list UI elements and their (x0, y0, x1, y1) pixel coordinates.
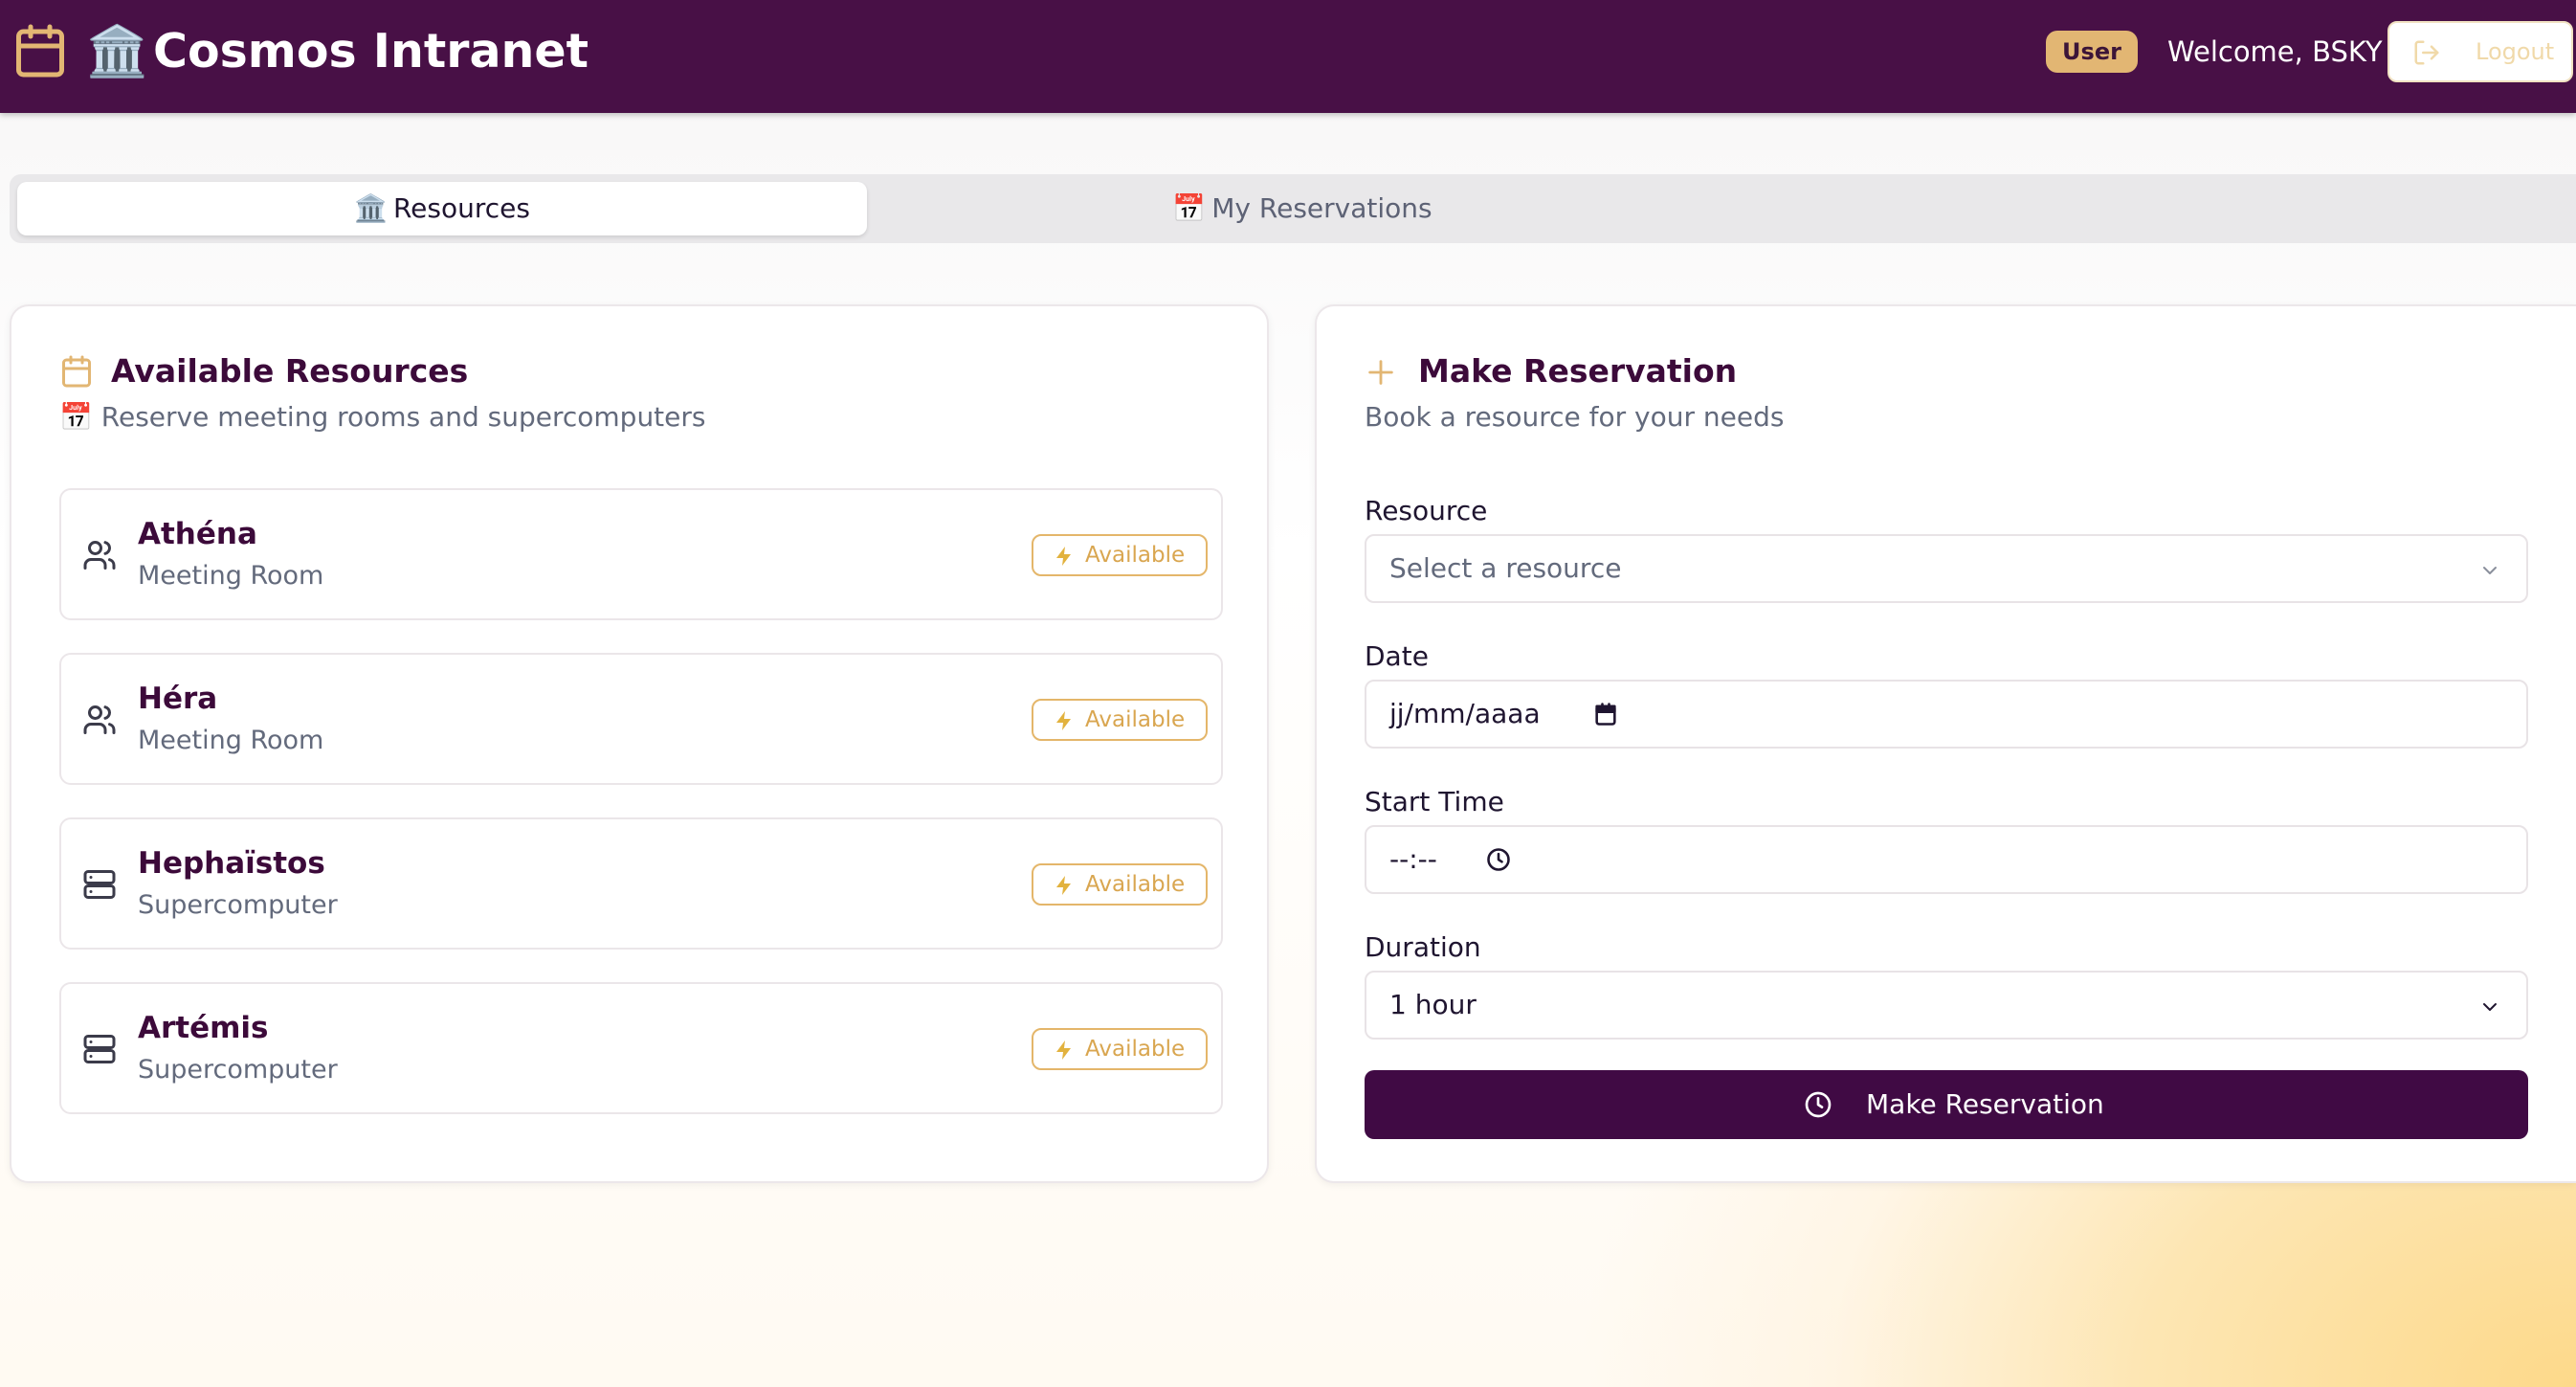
duration-select[interactable]: 1 hour (1365, 971, 2528, 1040)
welcome-text: Welcome, BSKY (2167, 35, 2383, 68)
plus-icon (1368, 360, 1393, 385)
duration-label: Duration (1365, 931, 1481, 963)
chevron-down-icon (2483, 567, 2497, 574)
users-icon (83, 541, 116, 570)
reservation-subtitle: Book a resource for your needs (1365, 401, 1785, 433)
resources-card: Available Resources 📅 Reserve meeting ro… (10, 304, 1269, 1183)
tab-label: My Reservations (1211, 192, 1432, 224)
resource-type: Supercomputer (138, 890, 338, 920)
calendar-icon (62, 355, 91, 388)
resource-type: Meeting Room (138, 561, 324, 591)
duration-value: 1 hour (1389, 989, 1477, 1020)
status-text: Available (1085, 1037, 1186, 1062)
start-time-value: --:-- (1389, 843, 1437, 875)
status-text: Available (1085, 707, 1186, 732)
calendar-icon (16, 24, 64, 78)
tab-resources[interactable]: 🏛️ Resources (17, 182, 867, 235)
calendar-emoji-icon: 📅 (59, 401, 93, 433)
calendar-picker-icon[interactable] (1592, 701, 1619, 727)
resource-select-value: Select a resource (1389, 552, 1622, 584)
resource-item-hera[interactable]: Héra Meeting Room Available (59, 653, 1223, 785)
server-icon (83, 1035, 116, 1063)
clock-icon[interactable] (1485, 846, 1512, 873)
resource-name: Hephaïstos (138, 846, 325, 881)
resource-item-hephaistos[interactable]: Hephaïstos Supercomputer Available (59, 817, 1223, 950)
resource-name: Artémis (138, 1011, 269, 1045)
start-time-label: Start Time (1365, 786, 1504, 817)
logout-button[interactable]: Logout (2387, 21, 2573, 82)
date-label: Date (1365, 640, 1429, 672)
reservation-title: Make Reservation (1418, 352, 1738, 390)
resource-select[interactable]: Select a resource (1365, 534, 2528, 603)
resource-type: Supercomputer (138, 1055, 338, 1085)
available-badge: Available (1032, 534, 1208, 576)
bank-icon: 🏛️ (86, 23, 148, 80)
resources-title: Available Resources (111, 352, 469, 390)
resources-subtitle: 📅 Reserve meeting rooms and supercompute… (59, 400, 706, 435)
bolt-icon (1056, 1040, 1071, 1060)
app-title: Cosmos Intranet (153, 24, 589, 78)
logout-icon (2414, 40, 2439, 65)
make-reservation-button[interactable]: Make Reservation (1365, 1070, 2528, 1139)
resource-label: Resource (1365, 495, 1488, 526)
date-input-value: jj/mm/aaaa (1389, 698, 1541, 729)
logout-label: Logout (2476, 38, 2555, 65)
available-badge: Available (1032, 699, 1208, 741)
bank-icon: 🏛️ (354, 192, 388, 224)
start-time-input[interactable]: --:-- (1365, 825, 2528, 894)
resource-name: Athéna (138, 517, 257, 551)
resources-subtitle-text: Reserve meeting rooms and supercomputers (100, 401, 706, 433)
status-text: Available (1085, 543, 1186, 568)
role-badge: User (2046, 31, 2138, 73)
resource-name: Héra (138, 682, 218, 716)
reservation-card: Make Reservation Book a resource for you… (1315, 304, 2576, 1183)
users-icon (83, 705, 116, 734)
resource-item-artemis[interactable]: Artémis Supercomputer Available (59, 982, 1223, 1114)
available-badge: Available (1032, 1028, 1208, 1070)
bolt-icon (1056, 711, 1071, 730)
tab-my-reservations[interactable]: 📅 My Reservations (867, 182, 1738, 235)
available-badge: Available (1032, 863, 1208, 906)
bolt-icon (1056, 547, 1071, 566)
status-text: Available (1085, 872, 1186, 897)
make-reservation-label: Make Reservation (1866, 1088, 2104, 1120)
bolt-icon (1056, 876, 1071, 895)
resource-item-athena[interactable]: Athéna Meeting Room Available (59, 488, 1223, 620)
server-icon (83, 870, 116, 899)
tab-bar: 🏛️ Resources 📅 My Reservations (10, 174, 2576, 243)
top-header: 🏛️ Cosmos Intranet User Welcome, BSKY Lo… (0, 0, 2576, 113)
resource-type: Meeting Room (138, 726, 324, 755)
tab-label: Resources (392, 192, 530, 224)
date-input[interactable]: jj/mm/aaaa (1365, 680, 2528, 749)
calendar-emoji-icon: 📅 (1172, 192, 1207, 224)
chevron-down-icon (2483, 1003, 2497, 1011)
clock-icon (1805, 1091, 1832, 1118)
